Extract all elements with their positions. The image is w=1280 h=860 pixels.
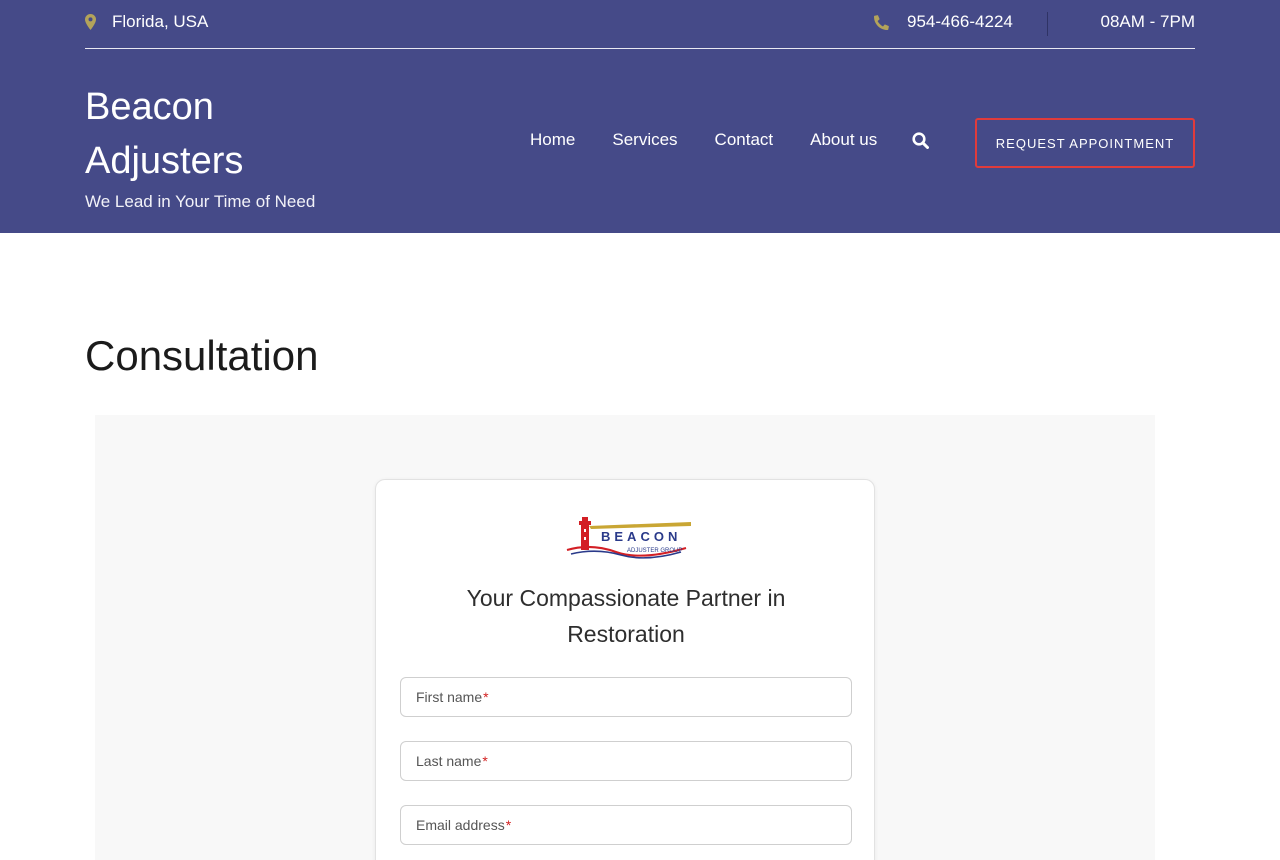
required-marker: * — [505, 817, 512, 833]
phone-icon — [874, 14, 889, 30]
phone-info[interactable]: 954-466-4224 — [874, 12, 1013, 32]
site-title[interactable]: Beacon Adjusters — [85, 80, 325, 188]
beacon-logo-graphic: BEACON ADJUSTER GROUP — [561, 510, 691, 562]
form-heading: Your Compassionate Partner in Restoratio… — [466, 585, 786, 647]
first-name-label: First name — [416, 689, 483, 705]
topbar-divider — [1047, 12, 1048, 36]
location-info: Florida, USA — [85, 12, 208, 32]
first-name-field[interactable]: First name * — [400, 677, 852, 717]
search-icon — [912, 131, 930, 149]
required-marker: * — [482, 753, 488, 769]
phone-number[interactable]: 954-466-4224 — [907, 12, 1013, 32]
beacon-logo: BEACON ADJUSTER GROUP — [561, 510, 691, 562]
consultation-form-card: BEACON ADJUSTER GROUP Your Compassionate… — [375, 479, 875, 860]
last-name-label: Last name — [416, 753, 482, 769]
map-marker-icon — [85, 14, 96, 30]
email-address-label: Email address — [416, 817, 505, 833]
logo-wordmark: BEACON — [601, 529, 681, 544]
nav-item-about-us[interactable]: About us — [810, 130, 877, 150]
nav-item-contact[interactable]: Contact — [715, 130, 774, 150]
search-button[interactable] — [912, 131, 930, 149]
request-appointment-button[interactable]: REQUEST APPOINTMENT — [975, 118, 1195, 168]
logo-subtext: ADJUSTER GROUP — [627, 548, 682, 554]
email-address-field[interactable]: Email address * — [400, 805, 852, 845]
main-nav: Home Services Contact About us — [530, 130, 930, 150]
top-info-bar: Florida, USA 954-466-4224 08AM - 7PM — [85, 0, 1195, 49]
required-marker: * — [483, 689, 489, 705]
nav-item-services[interactable]: Services — [612, 130, 677, 150]
business-hours: 08AM - 7PM — [1100, 12, 1195, 31]
site-brand[interactable]: Beacon Adjusters We Lead in Your Time of… — [85, 80, 325, 212]
location-text: Florida, USA — [112, 12, 209, 31]
site-tagline: We Lead in Your Time of Need — [85, 192, 316, 211]
site-header: Florida, USA 954-466-4224 08AM - 7PM Bea… — [0, 0, 1280, 233]
nav-item-home[interactable]: Home — [530, 130, 575, 150]
last-name-field[interactable]: Last name * — [400, 741, 852, 781]
page-title: Consultation — [85, 332, 319, 379]
